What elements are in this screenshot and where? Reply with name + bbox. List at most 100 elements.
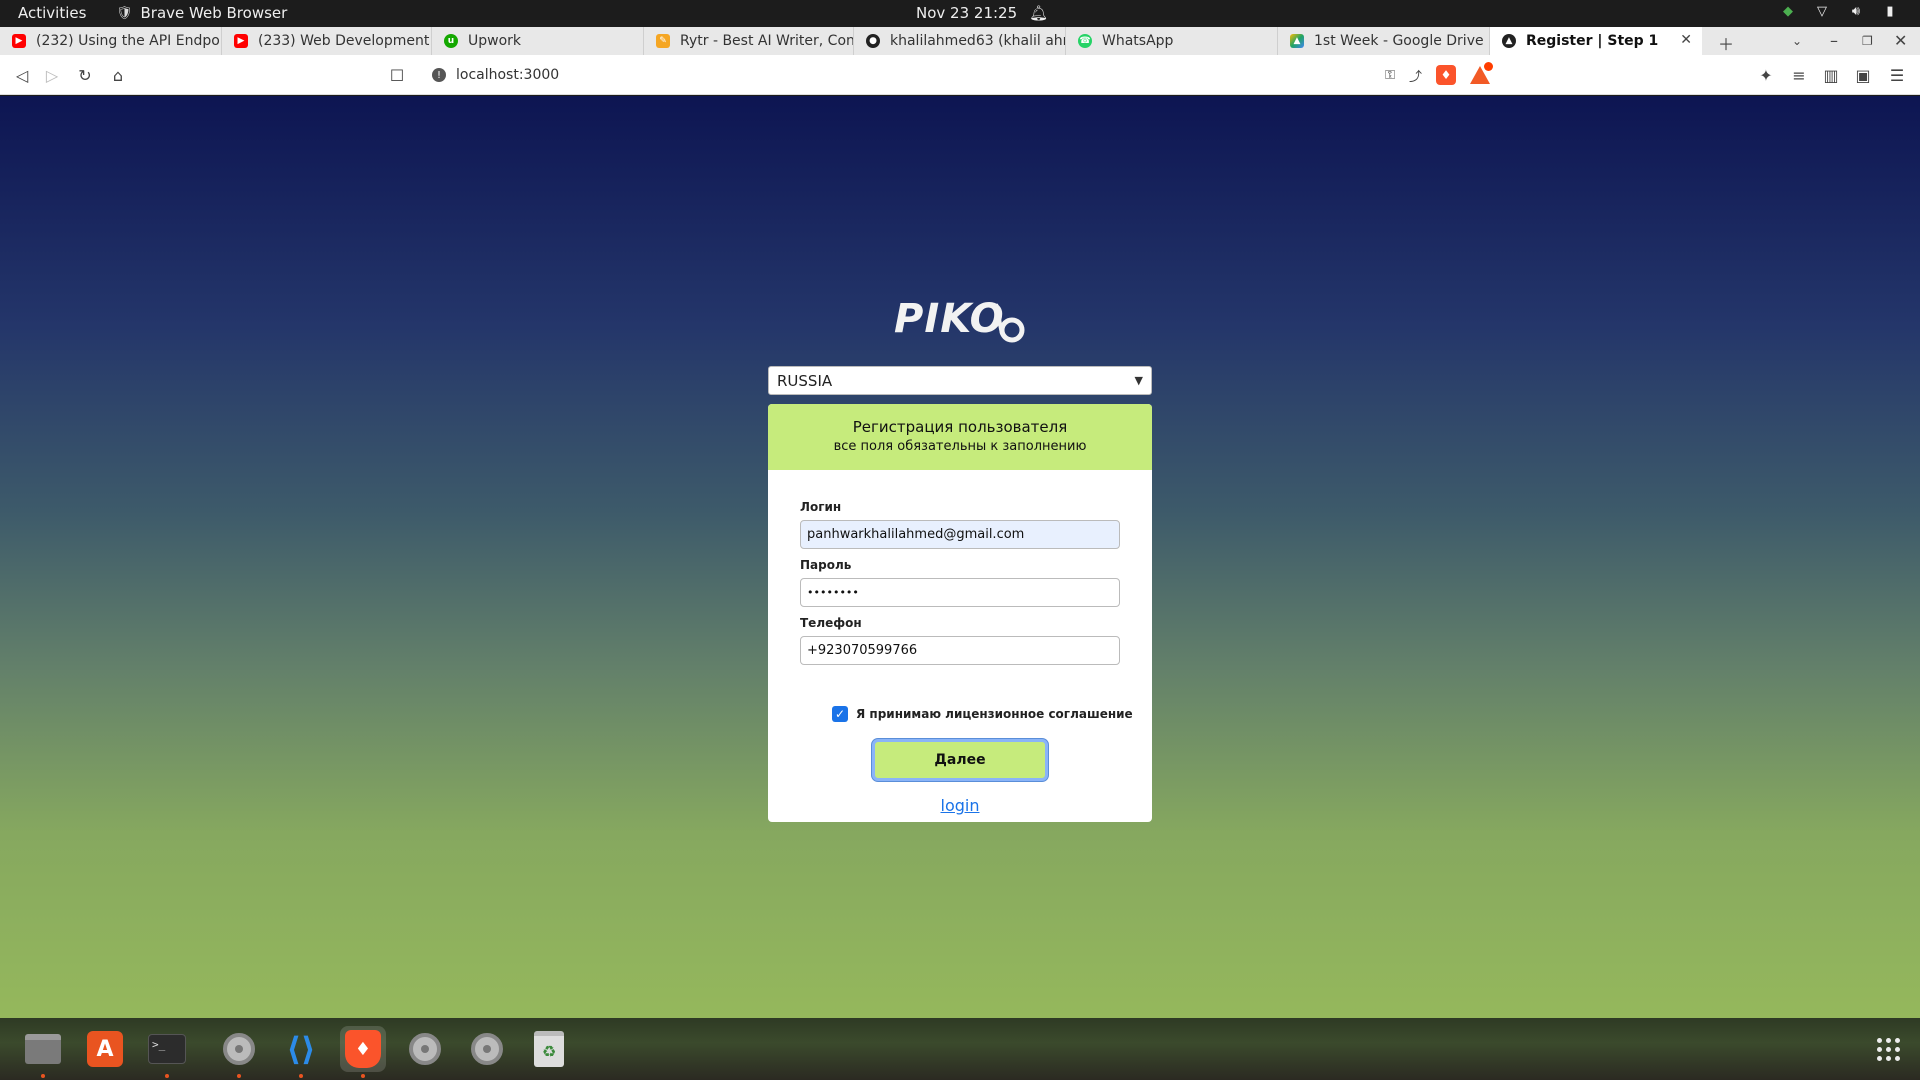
dock-disc-2[interactable] <box>402 1026 448 1072</box>
system-tray[interactable]: ◆ ▽ 🔊︎ ▮ <box>1780 3 1898 19</box>
tab-title: (233) Web Development T <box>258 33 431 49</box>
playlist-icon[interactable]: ≡ <box>1789 65 1809 85</box>
share-icon[interactable]: ⤴ <box>1409 66 1422 85</box>
dock-app-store[interactable]: A <box>82 1026 128 1072</box>
tab-title: Register | Step 1 <box>1526 33 1659 49</box>
tab-youtube-2[interactable]: ▶ (233) Web Development T <box>222 27 432 55</box>
disc-icon <box>471 1033 503 1065</box>
next-button[interactable]: Далее <box>872 739 1048 781</box>
tab-github[interactable]: ● khalilahmed63 (khalil ahm <box>854 27 1066 55</box>
bell-icon: 🔔︎ <box>1029 4 1049 22</box>
browser-toolbar: ◁ ▷ ↻ ⌂ ☐ ! localhost:3000 ⚿ ⤴ ♦ ✦ ≡ ▥ ▣… <box>0 55 1920 95</box>
address-bar[interactable]: ! localhost:3000 ⚿ ⤴ ♦ <box>420 61 1500 89</box>
registration-header: Регистрация пользователя все поля обязат… <box>768 404 1152 470</box>
disc-icon <box>409 1033 441 1065</box>
country-select[interactable]: RUSSIA ▼ <box>768 366 1152 395</box>
restore-button[interactable]: ❐ <box>1862 34 1873 48</box>
dock-files[interactable] <box>20 1026 66 1078</box>
tab-title: Upwork <box>468 33 522 49</box>
google-drive-icon: ▲ <box>1290 34 1304 48</box>
app-name-label: Brave Web Browser <box>140 4 288 22</box>
brave-rewards-icon[interactable] <box>1470 62 1493 84</box>
registration-card: Регистрация пользователя все поля обязат… <box>768 404 1152 822</box>
rytr-icon: ✎ <box>656 34 670 48</box>
battery-icon: ▮ <box>1886 3 1894 19</box>
show-apps-icon[interactable] <box>1877 1038 1900 1061</box>
wallet-icon[interactable]: ▣ <box>1853 65 1873 85</box>
youtube-icon: ▶ <box>234 34 248 48</box>
site-icon: ▲ <box>1502 34 1516 48</box>
tab-google-drive[interactable]: ▲ 1st Week - Google Drive <box>1278 27 1490 55</box>
tab-whatsapp[interactable]: ☎ WhatsApp <box>1066 27 1278 55</box>
shield-icon: ◆ <box>1783 3 1793 19</box>
license-checkbox[interactable]: ✓ <box>832 706 848 722</box>
github-icon: ● <box>866 34 880 48</box>
back-button[interactable]: ◁ <box>12 65 32 85</box>
tab-title: WhatsApp <box>1102 33 1174 49</box>
app-store-icon: A <box>87 1031 123 1067</box>
reload-button[interactable]: ↻ <box>75 65 95 85</box>
tab-register-step-1[interactable]: ▲ Register | Step 1 ✕ <box>1490 27 1702 55</box>
app-menu[interactable]: 🛡 Brave Web Browser <box>116 4 287 22</box>
dock-vscode[interactable]: ⟨⟩ <box>278 1026 324 1078</box>
tab-upwork[interactable]: u Upwork <box>432 27 644 55</box>
youtube-icon: ▶ <box>12 34 26 48</box>
whatsapp-icon: ☎ <box>1078 34 1092 48</box>
dock: A >_ ⟨⟩ ♦ ♻ <box>0 1018 1920 1080</box>
login-label: Логин <box>800 500 842 514</box>
clock-label: Nov 23 21:25 <box>916 4 1018 22</box>
phone-label: Телефон <box>800 616 862 630</box>
dock-brave[interactable]: ♦ <box>340 1026 386 1078</box>
tab-search-chevron-icon[interactable]: ⌄ <box>1792 34 1802 48</box>
volume-icon: 🔊︎ <box>1851 3 1861 19</box>
tab-title: khalilahmed63 (khalil ahm <box>890 33 1065 49</box>
terminal-icon: >_ <box>148 1034 186 1064</box>
url-text: localhost:3000 <box>456 67 560 83</box>
tab-title: Rytr - Best AI Writer, Cont <box>680 33 853 49</box>
brave-shields-icon[interactable]: ♦ <box>1436 65 1456 85</box>
tab-strip: ▶ (232) Using the API Endpo ▶ (233) Web … <box>0 27 1920 55</box>
tab-title: (232) Using the API Endpo <box>36 33 220 49</box>
site-info-icon[interactable]: ! <box>432 68 446 82</box>
phone-input[interactable]: +923070599766 <box>800 636 1120 665</box>
bookmark-button[interactable]: ☐ <box>387 65 407 85</box>
brave-icon: ♦ <box>345 1030 381 1068</box>
new-tab-button[interactable]: ＋ <box>1718 31 1734 55</box>
login-link[interactable]: login <box>768 796 1152 815</box>
registration-subtitle: все поля обязательны к заполнению <box>833 439 1087 454</box>
tab-youtube-1[interactable]: ▶ (232) Using the API Endpo <box>0 27 222 55</box>
dock-trash[interactable]: ♻ <box>526 1026 572 1072</box>
key-icon[interactable]: ⚿ <box>1385 68 1395 83</box>
dock-disc-3[interactable] <box>464 1026 510 1072</box>
wifi-icon: ▽ <box>1817 3 1827 19</box>
page-viewport: PIKO RUSSIA ▼ Регистрация пользователя в… <box>0 96 1920 1018</box>
dock-disc[interactable] <box>216 1026 262 1078</box>
dock-terminal[interactable]: >_ <box>144 1026 190 1078</box>
tab-title: 1st Week - Google Drive <box>1314 33 1484 49</box>
registration-title: Регистрация пользователя <box>852 418 1068 436</box>
disc-icon <box>223 1033 255 1065</box>
brave-icon: 🛡 <box>116 5 133 21</box>
piko-logo: PIKO <box>890 292 1030 344</box>
upwork-icon: u <box>444 34 458 48</box>
password-label: Пароль <box>800 558 852 572</box>
country-select-value: RUSSIA <box>777 371 833 390</box>
sidebar-icon[interactable]: ▥ <box>1821 65 1841 85</box>
tab-rytr[interactable]: ✎ Rytr - Best AI Writer, Cont <box>644 27 854 55</box>
login-input[interactable]: panhwarkhalilahmed@gmail.com <box>800 520 1120 549</box>
files-icon <box>25 1034 61 1064</box>
close-window-button[interactable]: ✕ <box>1894 31 1907 50</box>
close-tab-icon[interactable]: ✕ <box>1680 32 1692 48</box>
clock[interactable]: Nov 23 21:25 🔔︎ <box>916 4 1048 22</box>
svg-text:PIKO: PIKO <box>894 296 1005 342</box>
forward-button[interactable]: ▷ <box>42 65 62 85</box>
home-button[interactable]: ⌂ <box>108 65 128 85</box>
system-top-bar: Activities 🛡 Brave Web Browser Nov 23 21… <box>0 0 1920 27</box>
extensions-icon[interactable]: ✦ <box>1756 65 1776 85</box>
password-input[interactable]: •••••••• <box>800 578 1120 607</box>
piko-logo-graphic: PIKO <box>894 296 1025 343</box>
menu-icon[interactable]: ☰ <box>1887 65 1907 85</box>
address-bar-actions: ⚿ ⤴ ♦ <box>1385 62 1493 85</box>
minimize-button[interactable]: – <box>1830 31 1838 50</box>
activities-button[interactable]: Activities <box>18 4 86 22</box>
